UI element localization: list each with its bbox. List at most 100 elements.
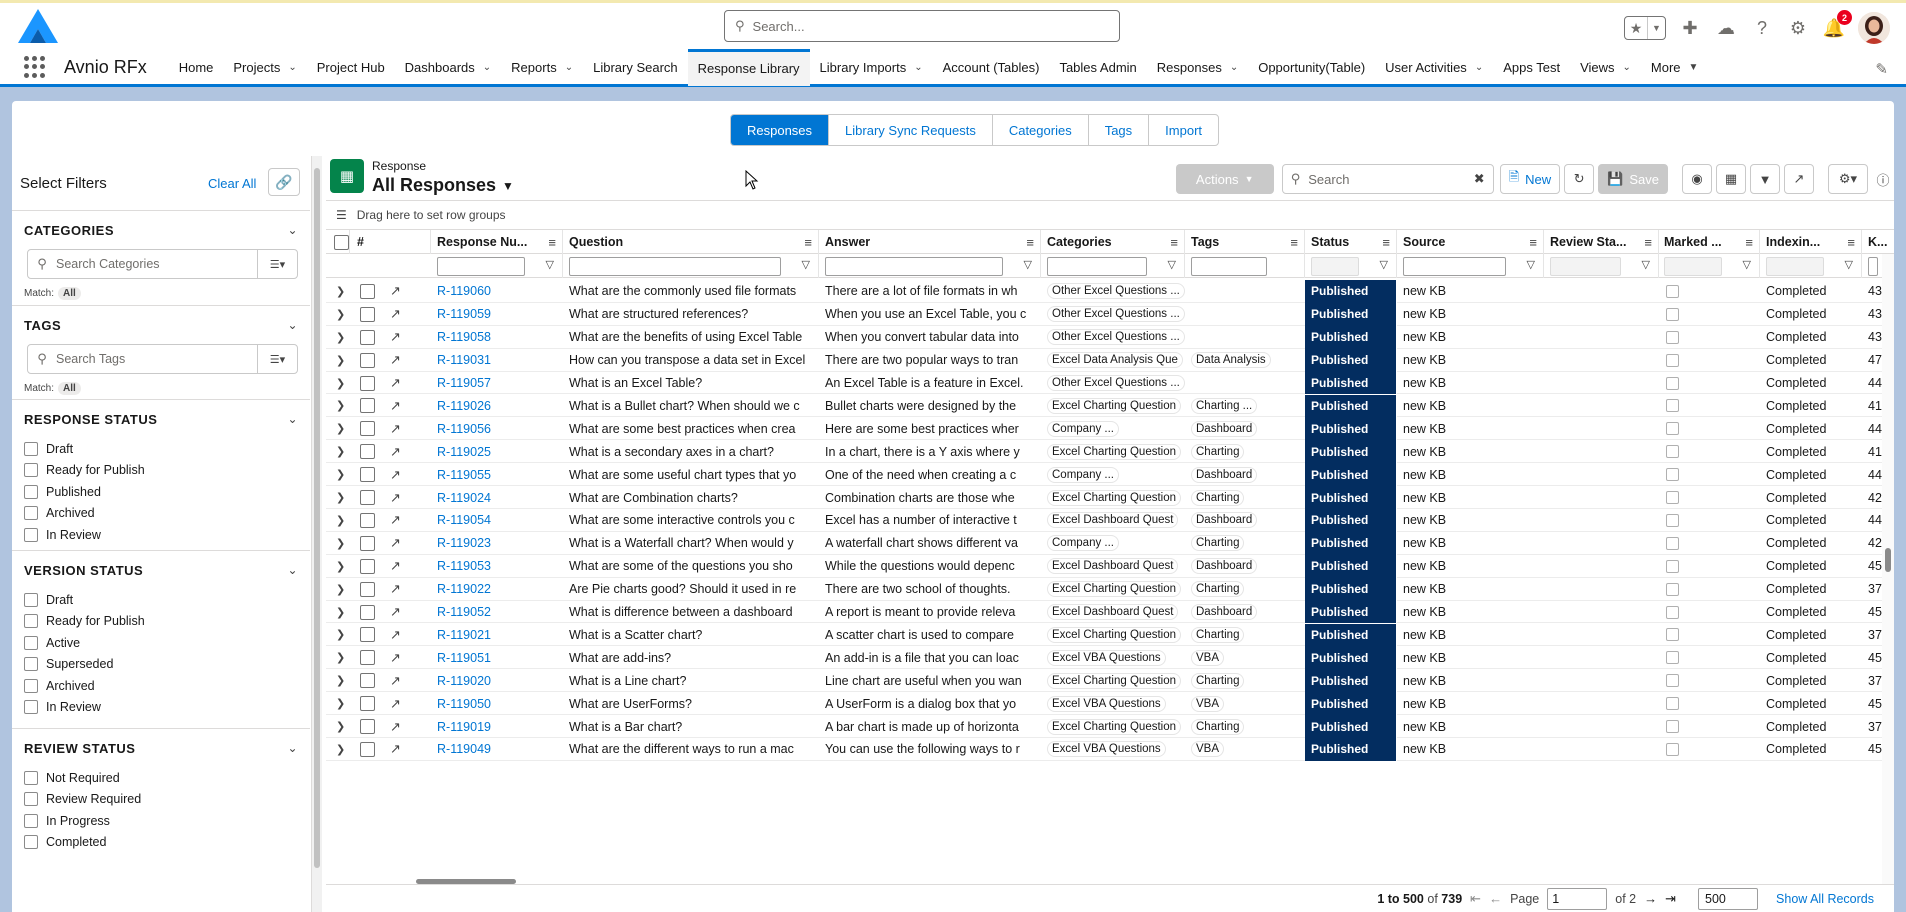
chevron-down-icon[interactable]: ⌄ — [287, 223, 298, 237]
column-menu-icon[interactable]: ≡ — [1529, 235, 1537, 250]
show-all-records-link[interactable]: Show All Records — [1776, 892, 1874, 906]
column-header-0[interactable]: # — [351, 230, 431, 254]
response-number-link[interactable]: R-119021 — [431, 624, 563, 647]
avatar[interactable] — [1858, 12, 1890, 44]
table-row[interactable]: ❯ ↗ R-119021 What is a Scatter chart? A scat… — [326, 623, 1889, 647]
chevron-right-icon[interactable]: ❯ — [336, 377, 345, 390]
tags-header[interactable]: TAGS ⌄ — [12, 306, 310, 344]
table-row[interactable]: ❯ ↗ R-119055 What are some useful chart typ… — [326, 463, 1889, 487]
checkbox[interactable] — [24, 614, 38, 629]
column-header-3[interactable]: Answer ≡ — [819, 230, 1041, 254]
checkbox[interactable] — [24, 484, 38, 499]
column-filter-input[interactable] — [1766, 256, 1824, 276]
external-link-icon[interactable]: ↗ — [390, 581, 401, 597]
scrollbar-thumb[interactable] — [1885, 548, 1891, 572]
filter-button[interactable]: ▼ — [1750, 164, 1780, 194]
info-button[interactable]: ⓘ — [1872, 164, 1894, 194]
column-header-5[interactable]: Tags ≡ — [1185, 230, 1305, 254]
nav-item-tables-admin[interactable]: Tables Admin — [1049, 49, 1146, 86]
filter-icon[interactable]: ▽ — [1743, 258, 1751, 271]
column-header-4[interactable]: Categories ≡ — [1041, 230, 1185, 254]
marked-checkbox[interactable] — [1666, 422, 1679, 436]
external-link-icon[interactable]: ↗ — [390, 741, 401, 757]
match-all-pill[interactable]: All — [58, 382, 81, 395]
new-button[interactable]: 🗎 New — [1499, 164, 1561, 194]
nav-item-user-activities[interactable]: User Activities ⌄ — [1375, 49, 1493, 86]
nav-item-dashboards[interactable]: Dashboards ⌄ — [395, 49, 502, 86]
table-row[interactable]: ❯ ↗ R-119049 What are the different ways to… — [326, 738, 1889, 761]
column-header-6[interactable]: Status ≡ — [1305, 230, 1397, 254]
marked-checkbox[interactable] — [1666, 536, 1679, 550]
grid-vertical-scrollbar[interactable] — [1882, 254, 1894, 884]
chevron-down-icon[interactable]: ▼ — [1689, 62, 1699, 73]
edit-nav-icon[interactable]: ✎ — [1875, 60, 1888, 78]
response-number-link[interactable]: R-119058 — [431, 326, 563, 349]
match-all-pill[interactable]: All — [58, 287, 81, 300]
row-checkbox[interactable] — [360, 650, 375, 666]
table-row[interactable]: ❯ ↗ R-119059 What are structured references… — [326, 302, 1889, 326]
nav-item-more[interactable]: More ▼ — [1641, 49, 1709, 86]
filter-option-review-required[interactable]: Review Required — [12, 789, 310, 811]
checkbox[interactable] — [24, 592, 38, 607]
marked-checkbox[interactable] — [1666, 582, 1679, 596]
external-link-icon[interactable]: ↗ — [390, 421, 401, 437]
chevron-down-icon[interactable]: ⌄ — [565, 62, 573, 73]
response-number-link[interactable]: R-119060 — [431, 280, 563, 303]
marked-checkbox[interactable] — [1666, 674, 1679, 688]
chevron-down-icon[interactable]: ⌄ — [1230, 62, 1238, 73]
chevron-right-icon[interactable]: ❯ — [336, 743, 345, 756]
row-checkbox[interactable] — [360, 696, 375, 712]
add-icon[interactable]: ✚ — [1678, 16, 1702, 40]
version-status-header[interactable]: VERSION STATUS ⌄ — [12, 551, 310, 589]
tab-categories[interactable]: Categories — [991, 115, 1088, 145]
column-filter-input[interactable] — [1191, 256, 1267, 276]
column-filter-input[interactable] — [1550, 256, 1621, 276]
table-row[interactable]: ❯ ↗ R-119024 What are Combination charts? Co… — [326, 486, 1889, 509]
response-number-link[interactable]: R-119023 — [431, 532, 563, 555]
response-number-link[interactable]: R-119053 — [431, 555, 563, 578]
filter-option-superseded[interactable]: Superseded — [12, 654, 310, 676]
external-link-icon[interactable]: ↗ — [390, 375, 401, 391]
filter-icon[interactable]: ▽ — [1642, 258, 1650, 271]
marked-checkbox[interactable] — [1666, 284, 1679, 298]
chevron-right-icon[interactable]: ❯ — [336, 445, 345, 458]
chevron-right-icon[interactable]: ❯ — [336, 354, 345, 367]
table-row[interactable]: ❯ ↗ R-119026 What is a Bullet chart? When s… — [326, 394, 1889, 418]
response-number-link[interactable]: R-119055 — [431, 463, 563, 486]
checkbox[interactable] — [24, 813, 38, 828]
table-row[interactable]: ❯ ↗ R-119050 What are UserForms? A UserForm … — [326, 692, 1889, 716]
nav-item-apps-test[interactable]: Apps Test — [1493, 49, 1570, 86]
list-view-selector[interactable]: All Responses ▼ — [372, 175, 514, 196]
marked-checkbox[interactable] — [1666, 376, 1679, 390]
checkbox[interactable] — [24, 700, 38, 715]
chevron-right-icon[interactable]: ❯ — [336, 674, 345, 687]
scrollbar-thumb[interactable] — [314, 168, 320, 868]
row-checkbox[interactable] — [360, 581, 375, 597]
chevron-right-icon[interactable]: ❯ — [336, 468, 345, 481]
response-number-link[interactable]: R-119031 — [431, 349, 563, 372]
row-checkbox[interactable] — [360, 627, 375, 643]
table-row[interactable]: ❯ ↗ R-119052 What is difference between a d… — [326, 600, 1889, 624]
filters-scrollbar[interactable] — [312, 156, 322, 912]
marked-checkbox[interactable] — [1666, 742, 1679, 756]
column-menu-icon[interactable]: ≡ — [1745, 235, 1753, 250]
marked-checkbox[interactable] — [1666, 605, 1679, 619]
table-row[interactable]: ❯ ↗ R-119020 What is a Line chart? Line char… — [326, 669, 1889, 693]
filter-icon[interactable]: ▽ — [1024, 258, 1032, 271]
marked-checkbox[interactable] — [1666, 330, 1679, 344]
tab-responses[interactable]: Responses — [731, 115, 829, 145]
response-number-link[interactable]: R-119051 — [431, 646, 563, 669]
table-row[interactable]: ❯ ↗ R-119057 What is an Excel Table? An Exce… — [326, 371, 1889, 395]
table-row[interactable]: ❯ ↗ R-119060 What are the commonly used fil… — [326, 280, 1889, 303]
marked-checkbox[interactable] — [1666, 628, 1679, 642]
checkbox[interactable] — [24, 506, 38, 521]
checkbox[interactable] — [24, 635, 38, 650]
table-row[interactable]: ❯ ↗ R-119054 What are some interactive cont… — [326, 509, 1889, 532]
row-checkbox[interactable] — [360, 673, 375, 689]
external-link-icon[interactable]: ↗ — [390, 329, 401, 345]
column-header-7[interactable]: Source ≡ — [1397, 230, 1544, 254]
response-number-link[interactable]: R-119057 — [431, 372, 563, 395]
select-all-checkbox[interactable] — [334, 234, 349, 250]
categories-search-input[interactable]: ⚲ Search Categories ☰▾ — [27, 249, 298, 279]
nav-item-responses[interactable]: Responses ⌄ — [1147, 49, 1248, 86]
